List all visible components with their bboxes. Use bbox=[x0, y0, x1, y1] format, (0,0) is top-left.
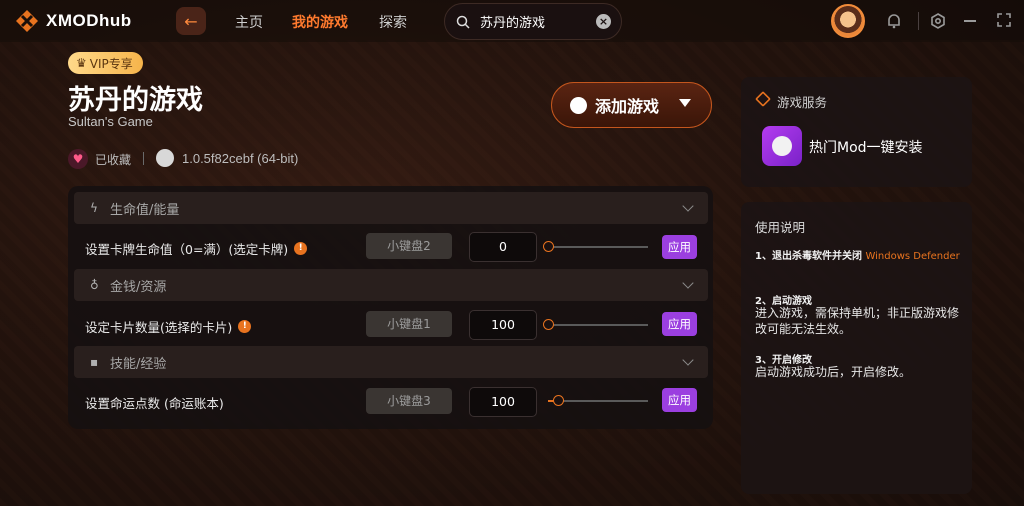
nav-explore[interactable]: 探索 bbox=[379, 12, 407, 32]
cheat-label-text: 设置卡牌生命值（0=满）(选定卡牌) bbox=[85, 242, 289, 257]
cheat-label-text: 设定卡片数量(选择的卡片) bbox=[85, 320, 233, 335]
section-header-skills[interactable]: ▪ 技能/经验 bbox=[74, 346, 708, 378]
info-icon[interactable]: ! bbox=[294, 242, 308, 255]
search-input[interactable]: 苏丹的游戏 × bbox=[444, 3, 622, 40]
cheat-label: 设置命运点数 (命运账本) bbox=[85, 393, 224, 412]
minimize-icon[interactable] bbox=[964, 20, 976, 22]
value-input[interactable]: 100 bbox=[469, 387, 537, 417]
section-header-health[interactable]: ϟ 生命值/能量 bbox=[74, 192, 708, 224]
value-input[interactable]: 100 bbox=[469, 310, 537, 340]
back-arrow-icon: ← bbox=[184, 11, 198, 31]
info-icon[interactable]: ! bbox=[238, 320, 252, 333]
cheat-label: 设置卡牌生命值（0=满）(选定卡牌)! bbox=[85, 239, 308, 258]
slider-track[interactable] bbox=[548, 246, 648, 248]
windows-defender-link: Windows Defender bbox=[865, 251, 960, 262]
services-title: 游戏服务 bbox=[777, 95, 828, 110]
money-bag-icon: ♁ bbox=[90, 278, 99, 292]
add-game-label: 添加游戏 bbox=[595, 97, 660, 116]
avatar[interactable] bbox=[831, 4, 865, 38]
slider-handle[interactable] bbox=[543, 319, 554, 330]
vip-badge-label: VIP专享 bbox=[89, 56, 133, 71]
bar-chart-icon: ▪ bbox=[90, 355, 99, 369]
cheat-label-text: 设置命运点数 (命运账本) bbox=[85, 396, 224, 411]
bell-icon[interactable] bbox=[886, 13, 902, 29]
lightning-icon: ϟ bbox=[90, 201, 98, 215]
hotkey-button[interactable]: 小键盘1 bbox=[366, 311, 452, 337]
mod-install-icon[interactable] bbox=[762, 126, 802, 166]
apply-button[interactable]: 应用 bbox=[662, 312, 697, 336]
topbar-divider bbox=[918, 12, 919, 30]
slider-track[interactable] bbox=[548, 324, 648, 326]
steam-icon bbox=[570, 96, 587, 114]
apply-button[interactable]: 应用 bbox=[662, 388, 697, 412]
instructions-card bbox=[741, 202, 972, 494]
chevron-down-icon bbox=[682, 277, 694, 289]
slider-handle[interactable] bbox=[543, 241, 554, 252]
expand-icon[interactable] bbox=[997, 13, 1011, 27]
apply-button[interactable]: 应用 bbox=[662, 235, 697, 259]
caret-down-icon bbox=[679, 99, 691, 107]
game-title: 苏丹的游戏 bbox=[68, 85, 203, 116]
favorite-label: 已收藏 bbox=[95, 153, 132, 167]
instructions-title: 使用说明 bbox=[755, 220, 806, 235]
nav-my-games[interactable]: 我的游戏 bbox=[292, 12, 348, 32]
add-game-button[interactable]: 添加游戏 bbox=[551, 82, 712, 128]
section-title: 技能/经验 bbox=[110, 356, 167, 372]
game-subtitle: Sultan's Game bbox=[68, 114, 153, 129]
search-value: 苏丹的游戏 bbox=[480, 16, 546, 31]
hotkey-button[interactable]: 小键盘2 bbox=[366, 233, 452, 259]
vip-badge: ♛ VIP专享 bbox=[68, 52, 143, 74]
divider bbox=[143, 152, 144, 165]
steam-icon bbox=[156, 149, 174, 167]
value-input[interactable]: 0 bbox=[469, 232, 537, 262]
settings-icon[interactable] bbox=[930, 13, 946, 29]
clear-search-icon[interactable]: × bbox=[596, 14, 611, 29]
vip-crown-icon: ♛ bbox=[76, 56, 87, 70]
game-version: 1.0.5f82cebf (64-bit) bbox=[182, 151, 299, 166]
step-2-body: 进入游戏，需保持单机；非正版游戏修改可能无法生效。 bbox=[755, 306, 960, 336]
cheat-label: 设定卡片数量(选择的卡片)! bbox=[85, 317, 252, 336]
brand-name: XMODhub bbox=[46, 11, 132, 30]
chevron-down-icon bbox=[682, 354, 694, 366]
chevron-down-icon bbox=[682, 200, 694, 212]
nav-home[interactable]: 主页 bbox=[235, 12, 263, 32]
section-title: 金钱/资源 bbox=[110, 279, 167, 295]
search-icon bbox=[456, 15, 470, 29]
slider-handle[interactable] bbox=[553, 395, 564, 406]
back-button[interactable]: ← bbox=[176, 7, 206, 35]
mod-install-link[interactable]: 热门Mod一键安装 bbox=[809, 137, 923, 157]
heart-icon[interactable]: ♥ bbox=[68, 149, 88, 169]
section-header-money[interactable]: ♁ 金钱/资源 bbox=[74, 269, 708, 301]
section-title: 生命值/能量 bbox=[110, 202, 180, 218]
step-1-heading: 1、退出杀毒软件并关闭 bbox=[755, 251, 862, 262]
hotkey-button[interactable]: 小键盘3 bbox=[366, 388, 452, 414]
instruction-step-1: 1、退出杀毒软件并关闭 Windows Defender bbox=[755, 250, 965, 264]
step-3-body: 启动游戏成功后，开启修改。 bbox=[755, 365, 912, 379]
xmodhub-logo-icon bbox=[16, 10, 38, 32]
